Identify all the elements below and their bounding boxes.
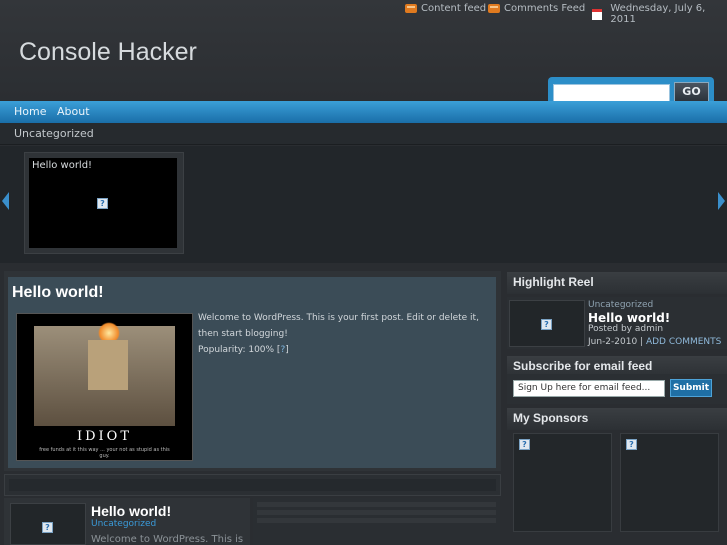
- site-title[interactable]: Console Hacker: [19, 38, 197, 67]
- email-field[interactable]: Sign Up here for email feed...: [513, 380, 665, 397]
- post-title[interactable]: Hello world!: [12, 284, 104, 302]
- popularity-end: ]: [285, 345, 289, 355]
- broken-image-icon: ?: [626, 439, 637, 450]
- divider: [4, 474, 501, 496]
- arrow-right-icon[interactable]: [718, 192, 725, 210]
- paper-bag-graphic: [88, 340, 128, 390]
- meta-separator: |: [637, 337, 646, 347]
- broken-image-icon: ?: [519, 439, 530, 450]
- broken-image-icon: ?: [42, 522, 53, 533]
- post-excerpt-2: Welcome to WordPress. This is: [91, 534, 244, 545]
- category-nav: Uncategorized: [0, 123, 727, 145]
- comments-feed-link[interactable]: Comments Feed: [488, 3, 585, 14]
- top-bar: Content feed Comments Feed Wednesday, Ju…: [0, 0, 727, 25]
- highlight-meta: Jun-2-2010 | ADD COMMENTS: [588, 337, 721, 347]
- rss-icon: [405, 4, 417, 13]
- broken-image-icon: ?: [541, 319, 552, 330]
- highlight-title[interactable]: Hello world!: [588, 311, 670, 325]
- subscribe-submit-button[interactable]: Submit: [670, 379, 712, 397]
- widget-title: My Sponsors: [513, 411, 589, 425]
- highlight-author: Posted by admin: [588, 324, 664, 334]
- popularity: Popularity: 100% [?]: [198, 345, 289, 355]
- rss-icon: [488, 4, 500, 13]
- broken-image-icon: ?: [97, 198, 108, 209]
- comments-feed-label: Comments Feed: [504, 3, 586, 14]
- arrow-left-icon[interactable]: [2, 192, 9, 210]
- date-display: Wednesday, July 6, 2011: [592, 3, 727, 25]
- poster-caption: IDIOT: [76, 429, 133, 444]
- content-feed-label: Content feed: [421, 3, 487, 14]
- calendar-icon: [592, 8, 603, 20]
- highlight-category[interactable]: Uncategorized: [588, 300, 653, 310]
- search-input[interactable]: [553, 84, 670, 102]
- post-title-2[interactable]: Hello world!: [91, 503, 171, 519]
- main-nav: Home About: [0, 101, 727, 123]
- nav-item-home[interactable]: Home: [14, 105, 46, 118]
- poster-subcaption: free funds at it this way ... your not a…: [39, 447, 170, 459]
- widget-title: Subscribe for email feed: [513, 359, 653, 373]
- widget-header-sponsors: My Sponsors: [507, 408, 727, 430]
- date-text: Wednesday, July 6, 2011: [610, 3, 706, 25]
- add-comments-link[interactable]: ADD COMMENTS: [646, 337, 721, 347]
- nav-item-about[interactable]: About: [57, 105, 90, 118]
- highlight-date: Jun-2-2010: [588, 337, 638, 347]
- search-go-button[interactable]: GO: [674, 82, 709, 102]
- widget-title: Highlight Reel: [513, 275, 594, 289]
- post-category-2[interactable]: Uncategorized: [91, 519, 156, 529]
- post-placeholder-column: [253, 498, 500, 545]
- featured-slide-title[interactable]: Hello world!: [32, 160, 92, 171]
- popularity-label: Popularity: 100% [: [198, 345, 281, 355]
- category-item-uncategorized[interactable]: Uncategorized: [14, 127, 94, 140]
- widget-header-highlight: Highlight Reel: [507, 272, 727, 294]
- post-excerpt: Welcome to WordPress. This is your first…: [198, 313, 479, 339]
- content-feed-link[interactable]: Content feed: [405, 3, 486, 14]
